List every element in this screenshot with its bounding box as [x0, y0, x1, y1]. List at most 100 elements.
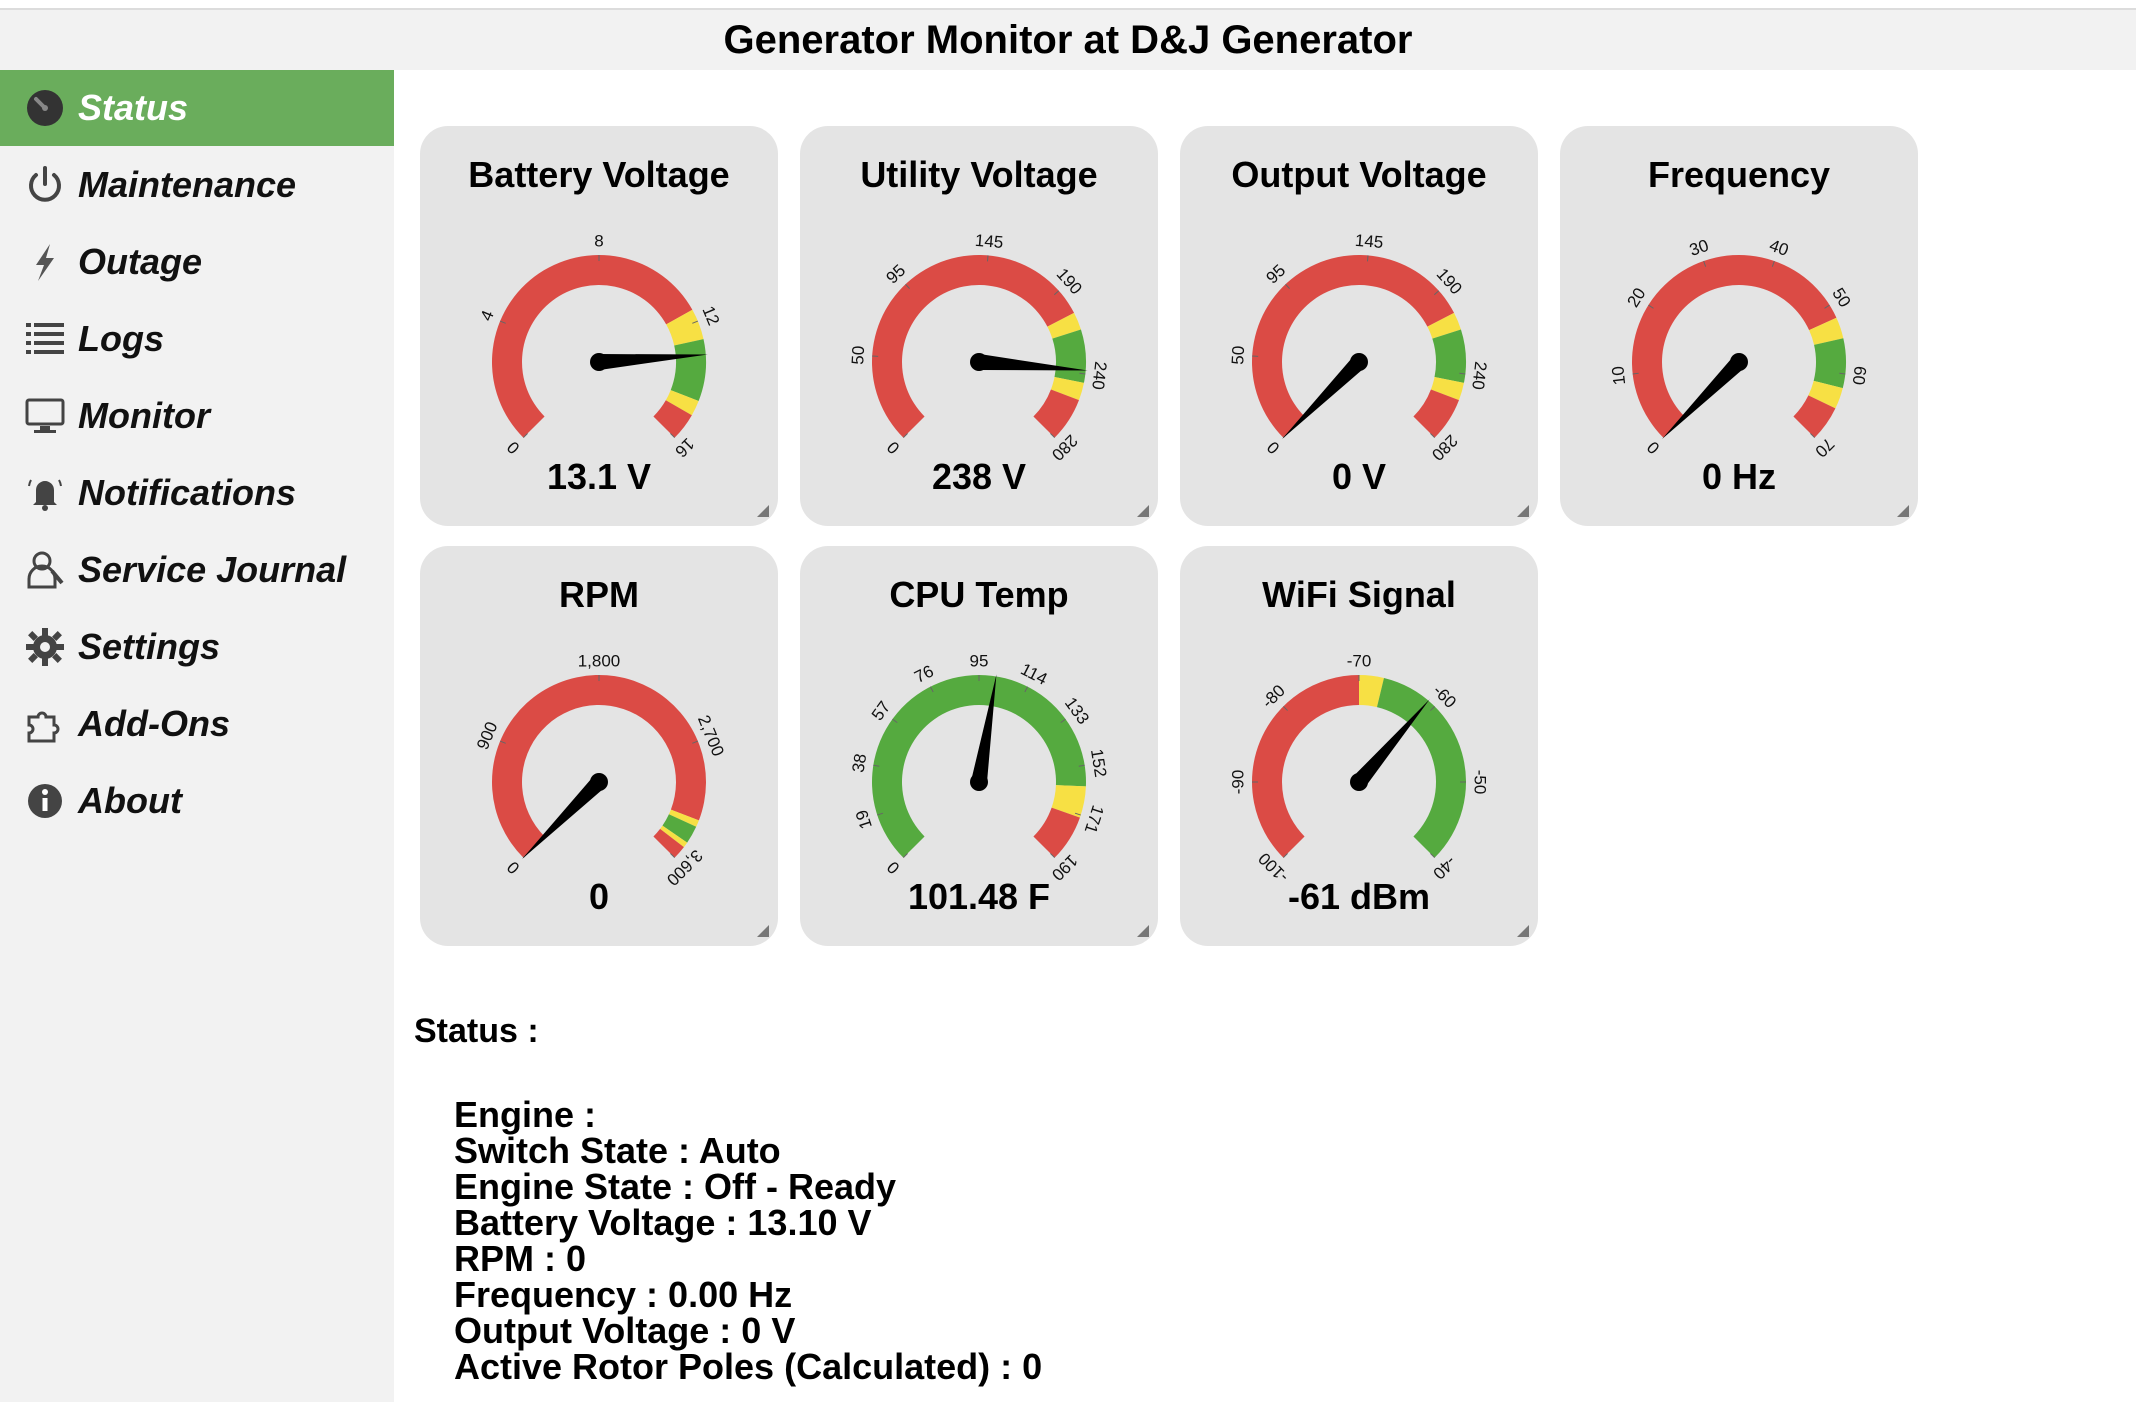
status-line: Engine State : Off - Ready [454, 1166, 897, 1207]
gauge-tile-utility-voltage: Utility Voltage 0 50 95 145 190 240 280 238 V [800, 126, 1158, 526]
gauge-tick-label: 0 [503, 857, 523, 877]
status-line: Frequency : 0.00 Hz [454, 1274, 793, 1315]
sidebar-item-label: Logs [78, 318, 164, 359]
resize-grip-icon[interactable] [1134, 502, 1150, 518]
bell-icon [24, 472, 66, 514]
gauge-value: 0 [588, 876, 610, 917]
gauge-tick [986, 255, 989, 262]
gauge-tile-output-voltage: Output Voltage 0 50 95 145 190 240 280 0 V [1180, 126, 1538, 526]
gauge-needle-hub [970, 773, 988, 791]
sidebar-item-settings[interactable]: Settings [0, 609, 394, 685]
gauge-tick-label: 240 [1468, 360, 1490, 390]
resize-grip-icon[interactable] [1514, 502, 1530, 518]
monitor-icon [24, 395, 66, 437]
sidebar-item-label: Monitor [78, 395, 210, 436]
gauge-tick-label: 40 [1767, 236, 1791, 260]
gauge-needle-hub [590, 353, 608, 371]
gauge-value: 0 Hz [1701, 456, 1777, 497]
gauge-needle [1661, 356, 1745, 440]
gauge-tick-label: 19 [852, 807, 876, 831]
sidebar-item-service-journal[interactable]: Service Journal [0, 532, 394, 608]
gauge-tick-label: -70 [1347, 652, 1372, 671]
gauge-tick-label: 0 [503, 437, 523, 457]
gauge-tick-label: 4 [477, 308, 498, 324]
status-line: Battery Voltage : 13.10 V [454, 1202, 872, 1243]
sidebar-item-maintenance[interactable]: Maintenance [0, 147, 394, 223]
gauge-tick [1079, 372, 1086, 375]
sidebar-item-status[interactable]: Status [0, 70, 394, 146]
gauge-tick-label: 50 [1828, 285, 1854, 311]
gauge-tick [1459, 372, 1466, 375]
gauge-tile-rpm: RPM 0 900 1,800 2,700 3,600 0 [420, 546, 778, 946]
gauge-tick-label: 95 [882, 261, 909, 288]
gauge-tile-cpu-temp: CPU Temp 0 19 38 57 76 95 114 133 152 171 190 101.48… [800, 546, 1158, 946]
status-line: Active Rotor Poles (Calculated) : 0 [454, 1346, 1043, 1387]
gauge-tick-label: -90 [1229, 770, 1248, 795]
resize-grip-icon[interactable] [1134, 922, 1150, 938]
resize-grip-icon[interactable] [1514, 922, 1530, 938]
sidebar-item-label: Outage [78, 241, 203, 282]
gauge-tick-label: 0 [1263, 437, 1283, 457]
gauge-band-green [1813, 338, 1846, 389]
gauge-tick-label: 76 [911, 661, 936, 687]
sidebar-item-notifications[interactable]: Notifications [0, 455, 394, 531]
status-line: RPM : 0 [454, 1238, 587, 1279]
top-border [0, 0, 2136, 10]
gauge-tick-label: 50 [848, 345, 868, 365]
sidebar-item-outage[interactable]: Outage [0, 224, 394, 300]
sidebar-item-label: Settings [78, 626, 221, 667]
gauge-tick-label: 171 [1081, 803, 1108, 836]
gauge-needle [521, 776, 605, 860]
gauge-tick-label: -50 [1471, 770, 1490, 795]
gauge-needle [1281, 356, 1365, 440]
gauge-tick-label: 60 [1849, 365, 1870, 386]
gauge-tick-label: 145 [974, 231, 1004, 252]
mechanic-icon [24, 549, 66, 591]
status-line: Output Voltage : 0 V [454, 1310, 796, 1351]
gauge-tick [1839, 372, 1846, 375]
gauge-icon [24, 87, 66, 129]
status-panel: Status : Engine : Switch State : Auto En… [414, 1012, 1614, 1385]
gauge-tile-wifi-signal: WiFi Signal -100 -90 -80 -70 -60 -50 -40 -61 dBm [1180, 546, 1538, 946]
sidebar-item-add-ons[interactable]: Add-Ons [0, 686, 394, 762]
gauge-tick-label: 50 [1228, 345, 1248, 365]
gauge-band-green [670, 339, 706, 401]
gauge-tick-label: 145 [1354, 231, 1384, 252]
gauge-needle-hub [590, 773, 608, 791]
status-heading: Status : [414, 1012, 539, 1050]
resize-grip-icon[interactable] [754, 502, 770, 518]
sidebar-item-logs[interactable]: Logs [0, 301, 394, 377]
sidebar-item-label: Service Journal [78, 549, 347, 590]
list-icon [24, 318, 66, 360]
gauge-tick-label: 20 [1623, 285, 1649, 311]
status-line: Switch State : Auto [454, 1130, 781, 1171]
gauge-tick-label: 900 [473, 719, 501, 752]
gauge-needle-hub [1350, 773, 1368, 791]
gauge-tick [1632, 372, 1639, 375]
gauge-tick-label: 1,800 [578, 652, 621, 671]
gauge-value: 0 V [1331, 456, 1387, 497]
gauge-tile-battery-voltage: Battery Voltage 0 4 8 12 16 13.1 V [420, 126, 778, 526]
gauge-tick-label: 152 [1087, 748, 1110, 779]
gauge-value: 238 V [931, 456, 1027, 497]
gauge-tick-label: 95 [1262, 261, 1289, 288]
gauge-tick-label: 30 [1687, 236, 1711, 260]
gauge-needle [1352, 699, 1430, 788]
gauge-tick-label: 10 [1608, 365, 1629, 386]
sidebar-item-about[interactable]: About [0, 763, 394, 839]
gauge-value: -61 dBm [1287, 876, 1431, 917]
page-title: Generator Monitor at D&J Generator [0, 10, 2136, 70]
resize-grip-icon[interactable] [754, 922, 770, 938]
sidebar-item-label: Status [78, 87, 189, 128]
gauge-needle-hub [1730, 353, 1748, 371]
sidebar-item-label: Notifications [78, 472, 297, 513]
gauge-tick-label: 8 [594, 232, 603, 251]
gauge-tick-label: 0 [1643, 437, 1663, 457]
gauge-needle-hub [1350, 353, 1368, 371]
gauge-tick-label: 0 [883, 857, 903, 877]
resize-grip-icon[interactable] [1894, 502, 1910, 518]
sidebar-item-label: Maintenance [78, 164, 297, 205]
sidebar-item-monitor[interactable]: Monitor [0, 378, 394, 454]
lightning-icon [24, 241, 66, 283]
gauge-tick-label: 95 [970, 652, 989, 671]
